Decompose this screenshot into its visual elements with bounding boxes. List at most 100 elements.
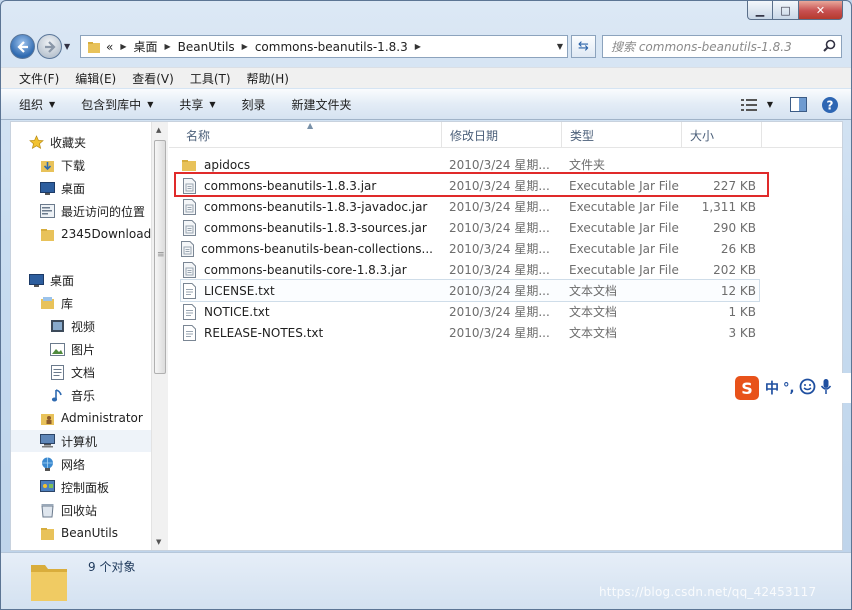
nav-label: 下载: [61, 158, 86, 173]
nav-favorites[interactable]: 收藏夹: [28, 131, 86, 153]
ime-punctuation-toggle[interactable]: °,: [783, 381, 794, 396]
nav-recent-places[interactable]: 最近访问的位置: [39, 200, 145, 222]
file-row[interactable]: commons-beanutils-1.8.3-javadoc.jar 2010/…: [181, 196, 759, 217]
nav-videos[interactable]: 视频: [49, 315, 95, 337]
view-options-button[interactable]: ▼: [737, 95, 777, 115]
organize-button[interactable]: 组织 ▼: [19, 96, 55, 113]
navigation-scrollbar[interactable]: ▲ ≡ ▼: [151, 122, 168, 550]
back-button[interactable]: [10, 34, 35, 59]
highlight-annotation: [174, 172, 769, 197]
file-name: RELEASE-NOTES.txt: [204, 325, 324, 340]
nav-downloads[interactable]: 下载: [39, 154, 85, 176]
menu-tools[interactable]: 工具(T): [182, 70, 239, 87]
nav-desktop-favorite[interactable]: 桌面: [39, 177, 85, 199]
nav-label: 网络: [61, 457, 86, 472]
refresh-button[interactable]: ⇆: [571, 35, 596, 58]
share-label: 共享: [179, 97, 204, 112]
breadcrumb-current-folder[interactable]: commons-beanutils-1.8.3: [255, 40, 408, 54]
nav-computer[interactable]: 计算机: [11, 430, 151, 452]
ime-mode-toggle[interactable]: 中: [765, 378, 779, 398]
scroll-down-icon[interactable]: ▼: [156, 538, 161, 546]
file-row[interactable]: NOTICE.txt 2010/3/24 星期... 文本文档 1 KB: [181, 301, 759, 322]
forward-button[interactable]: [37, 34, 62, 59]
documents-icon: [49, 364, 66, 380]
nav-beanutils[interactable]: BeanUtils: [39, 522, 118, 544]
file-name-cell: commons-beanutils-bean-collections...: [181, 238, 433, 259]
nav-documents[interactable]: 文档: [49, 361, 95, 383]
details-pane: 9 个对象: [1, 552, 851, 609]
minimize-button[interactable]: ▁: [747, 1, 773, 20]
preview-pane-button[interactable]: [787, 95, 809, 115]
nav-libraries[interactable]: 库: [39, 292, 73, 314]
nav-pictures[interactable]: 图片: [49, 338, 95, 360]
nav-music[interactable]: 音乐: [49, 384, 95, 406]
nav-label: 2345Downloads: [61, 227, 151, 241]
maximize-button[interactable]: □: [773, 1, 799, 20]
scroll-up-icon[interactable]: ▲: [156, 126, 161, 134]
burn-button[interactable]: 刻录: [242, 96, 266, 113]
address-bar[interactable]: « ▶ 桌面 ▶ BeanUtils ▶ commons-beanutils-1…: [80, 35, 568, 58]
file-date: 2010/3/24 星期...: [449, 284, 550, 298]
jar-icon: [181, 240, 195, 257]
preview-pane-icon: [789, 97, 807, 112]
file-size: 202 KB: [713, 262, 756, 277]
breadcrumb-separator-icon[interactable]: ▶: [415, 42, 421, 51]
command-bar: 组织 ▼ 包含到库中 ▼ 共享 ▼ 刻录 新建文件夹 ▼ ?: [1, 89, 851, 120]
user-folder-icon: [39, 411, 56, 426]
column-type[interactable]: 类型: [562, 122, 682, 148]
menu-file[interactable]: 文件(F): [11, 70, 67, 87]
breadcrumb-desktop[interactable]: 桌面: [134, 38, 158, 55]
microphone-icon[interactable]: [820, 378, 832, 398]
breadcrumb-beanutils[interactable]: BeanUtils: [178, 40, 235, 54]
address-dropdown-icon[interactable]: ▼: [557, 42, 563, 51]
text-file-icon: [181, 282, 197, 299]
file-size: 1,311 KB: [701, 199, 756, 214]
folder-icon: [181, 157, 197, 173]
search-icon[interactable]: [823, 39, 836, 55]
file-size: 26 KB: [720, 241, 756, 256]
nav-recycle-bin[interactable]: 回收站: [39, 499, 97, 521]
file-type: Executable Jar File: [569, 262, 679, 277]
folder-icon: [29, 557, 69, 606]
menu-view[interactable]: 查看(V): [124, 70, 182, 87]
new-folder-button[interactable]: 新建文件夹: [292, 96, 352, 113]
sogou-logo-icon[interactable]: S: [735, 376, 759, 400]
nav-network[interactable]: 网络: [39, 453, 85, 475]
include-in-library-button[interactable]: 包含到库中 ▼: [81, 96, 153, 113]
column-name-label: 名称: [186, 128, 211, 143]
breadcrumb-separator-icon[interactable]: ▶: [165, 42, 171, 51]
emoji-icon[interactable]: [799, 378, 816, 398]
column-name[interactable]: 名称: [178, 122, 442, 148]
text-file-icon: [181, 324, 197, 341]
menu-help[interactable]: 帮助(H): [239, 70, 297, 87]
downloads-folder-icon: [39, 158, 56, 173]
burn-label: 刻录: [241, 97, 266, 112]
window-controls: ▁ □ ✕: [747, 1, 843, 20]
search-input[interactable]: [611, 39, 811, 54]
file-row[interactable]: RELEASE-NOTES.txt 2010/3/24 星期... 文本文档 3 KB: [181, 322, 759, 343]
breadcrumb-overflow[interactable]: «: [106, 40, 113, 54]
file-row[interactable]: commons-beanutils-1.8.3-sources.jar 2010/…: [181, 217, 759, 238]
share-button[interactable]: 共享 ▼: [179, 96, 215, 113]
nav-control-panel[interactable]: 控制面板: [39, 476, 109, 498]
nav-2345downloads[interactable]: 2345Downloads: [39, 223, 151, 245]
file-row[interactable]: commons-beanutils-core-1.8.3.jar 2010/3/2…: [181, 259, 759, 280]
chevron-down-icon: ▼: [209, 99, 216, 109]
nav-desktop[interactable]: 桌面: [28, 269, 74, 291]
column-type-label: 类型: [570, 128, 595, 143]
breadcrumb-separator-icon[interactable]: ▶: [242, 42, 248, 51]
file-name-cell: NOTICE.txt: [181, 301, 433, 322]
file-row[interactable]: LICENSE.txt 2010/3/24 星期... 文本文档 12 KB: [180, 279, 760, 302]
nav-administrator[interactable]: Administrator: [39, 407, 143, 429]
nav-label: 音乐: [71, 388, 96, 403]
help-button[interactable]: ?: [819, 95, 841, 115]
recent-pages-dropdown-icon[interactable]: ▼: [64, 42, 70, 51]
file-row[interactable]: commons-beanutils-bean-collections... 201…: [181, 238, 759, 259]
breadcrumb-separator-icon[interactable]: ▶: [120, 42, 126, 51]
chevron-down-icon: ▼: [49, 99, 56, 109]
close-button[interactable]: ✕: [799, 1, 843, 20]
menu-edit[interactable]: 编辑(E): [67, 70, 124, 87]
column-size[interactable]: 大小: [682, 122, 762, 148]
star-icon: [28, 134, 45, 150]
column-date[interactable]: 修改日期: [442, 122, 562, 148]
